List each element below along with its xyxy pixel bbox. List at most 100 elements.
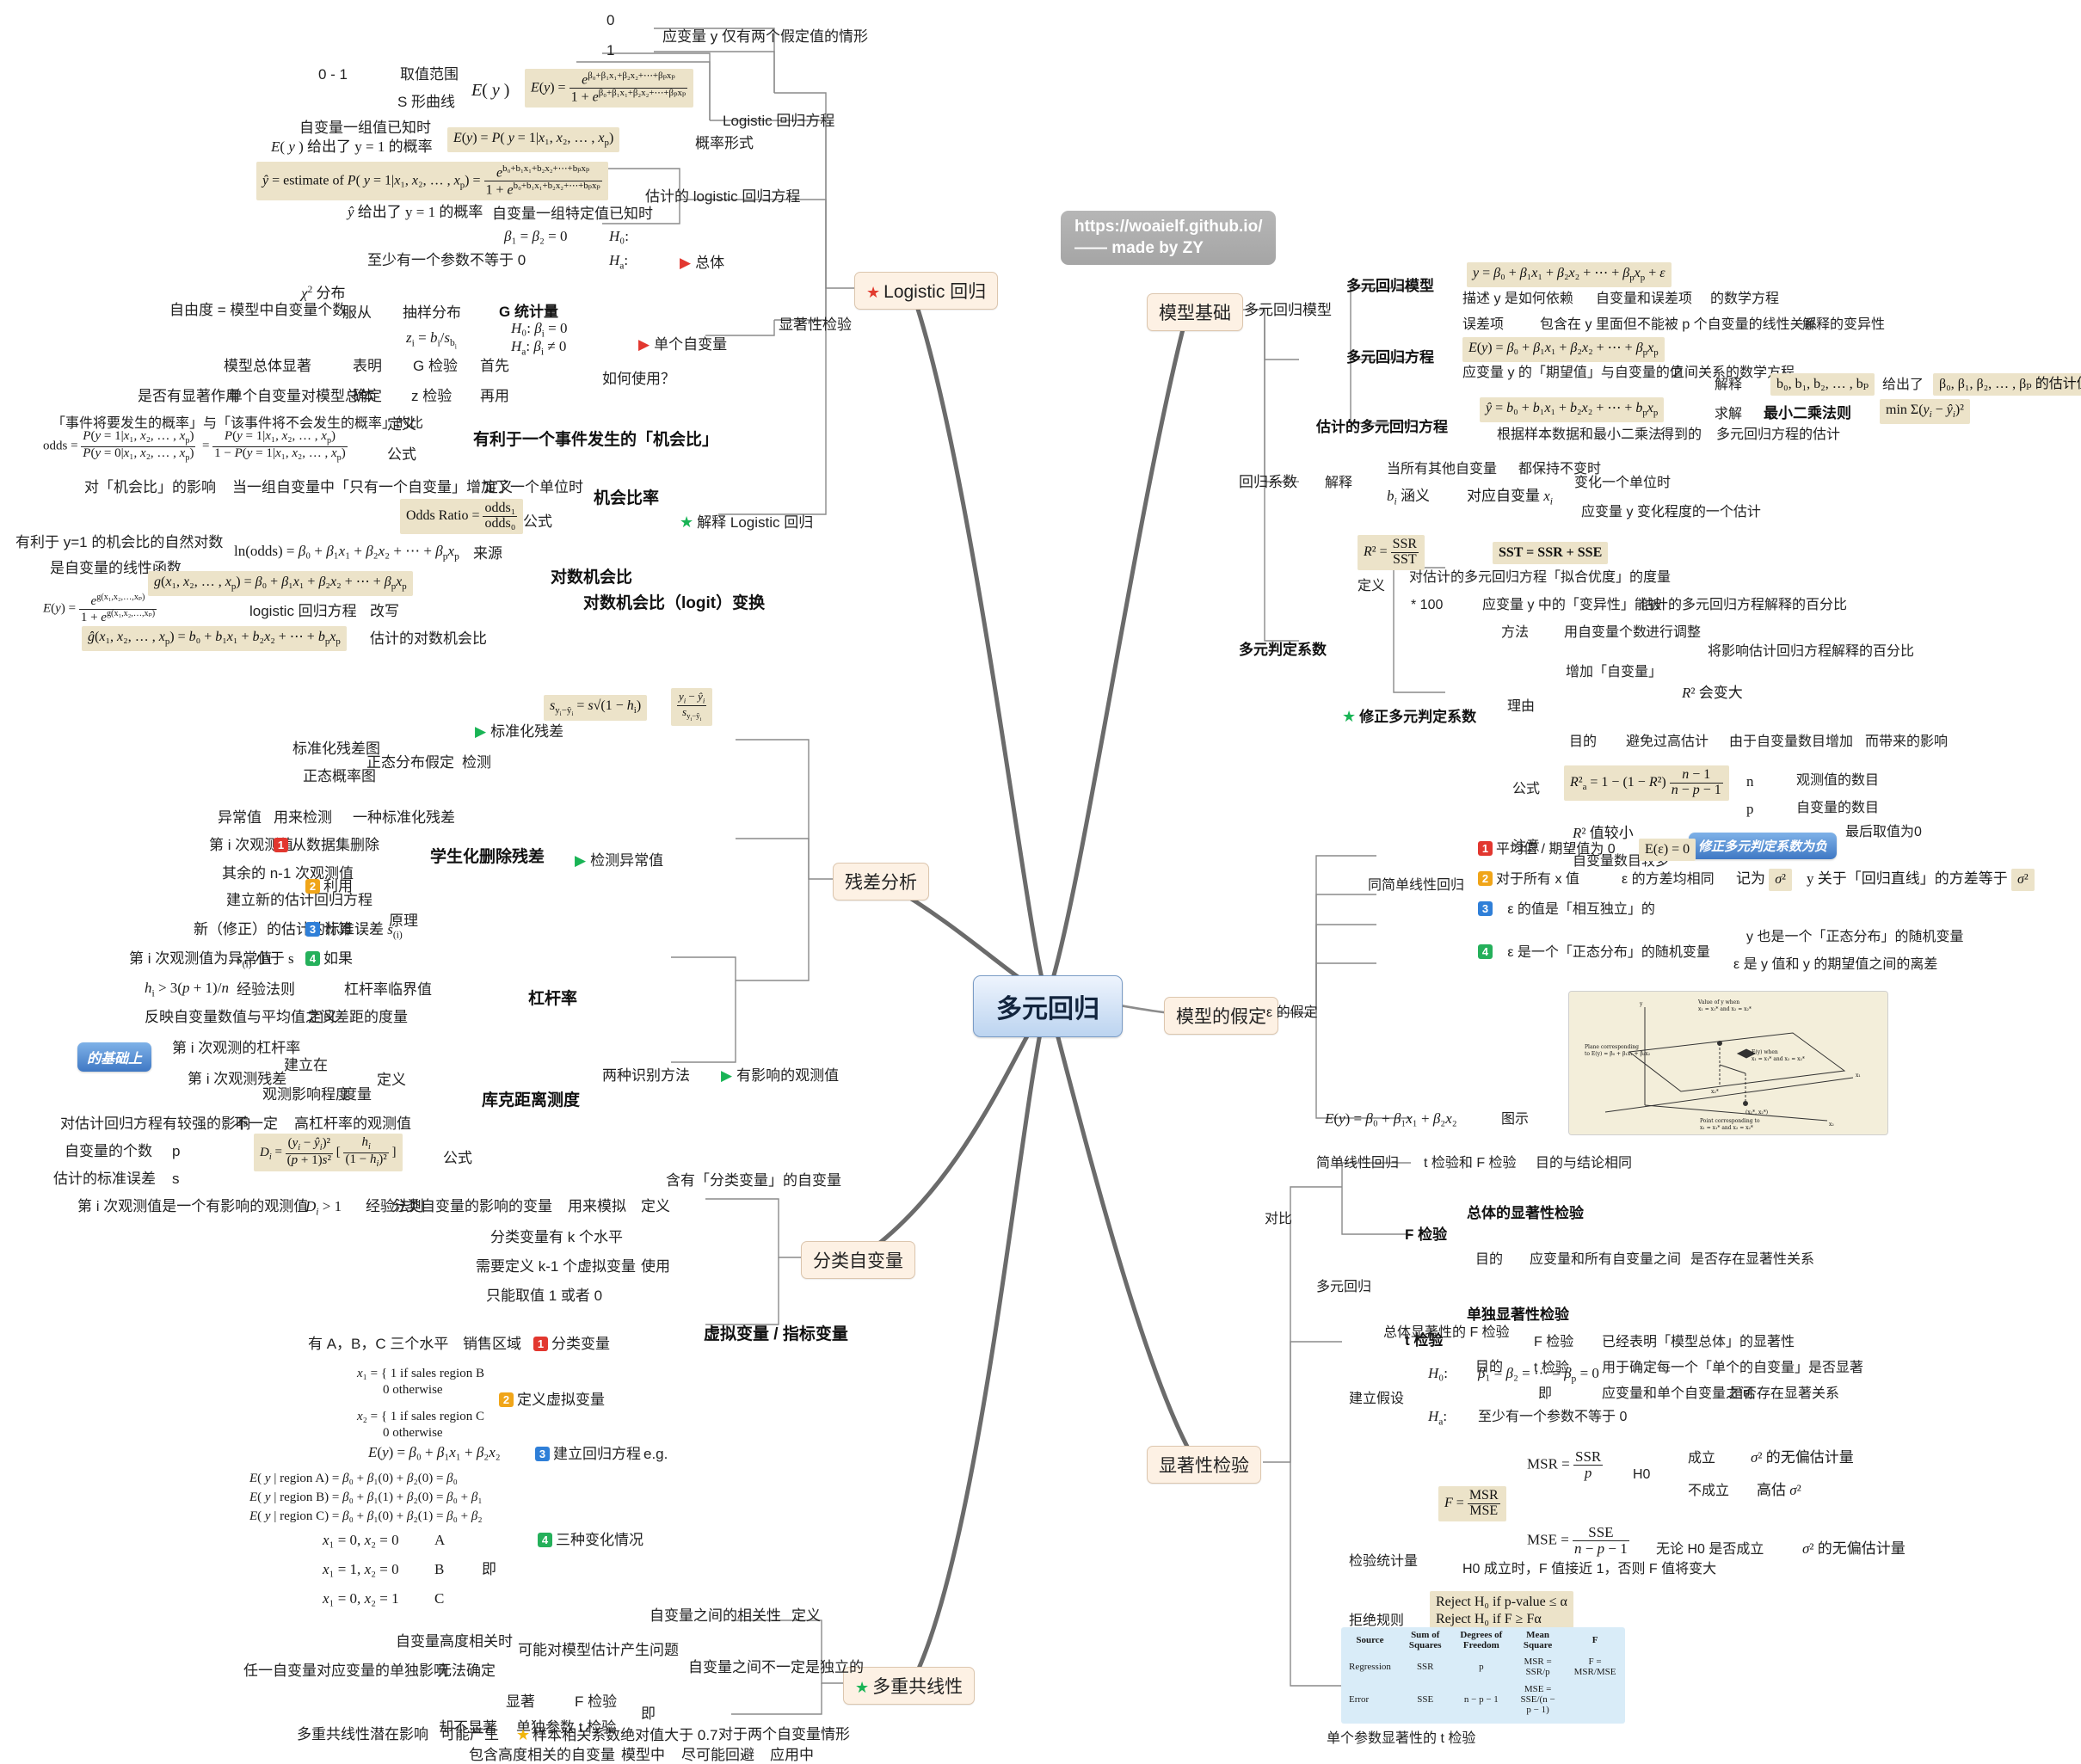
mb-explain: 解释	[1715, 378, 1743, 392]
mb-b-list: b₀, b₁, b₂, … , bₚ	[1770, 373, 1875, 396]
anova-header-1: Sum of Squares	[1408, 1630, 1442, 1650]
mb-y-change: 应变量 y 变化程度的一个估计	[1581, 505, 1761, 519]
logistic-est-eq-label: 估计的 logistic 回归方程	[645, 188, 801, 205]
normal-assumption: 正态分布假定	[366, 754, 454, 771]
logistic-z-ha: Ha: βi ≠ 0	[511, 338, 567, 358]
sig-compare: 对比	[1265, 1212, 1293, 1226]
logistic-prob-formula: E(y) = P( y = 1|x₁, x₂, … , xp)	[447, 127, 620, 152]
studentized-residual: 学生化删除残差	[430, 848, 545, 866]
strong-effect: 对估计回归方程有较强的影响	[60, 1116, 250, 1132]
cat-contains: 含有「分类变量」的自变量	[666, 1172, 841, 1189]
mb-times100: * 100	[1411, 598, 1444, 612]
mc-in-app: 应用中	[770, 1747, 814, 1763]
odds-one-unit: 当一组自变量中「只有一个自变量」增加了一个单位时	[232, 479, 583, 495]
anova-cell	[1511, 1718, 1565, 1724]
sig-f-h0-formula: β₁ = β₂ = ⋯ = βp = 0	[1478, 1365, 1599, 1385]
cat-step-3: 3 建立回归方程	[535, 1445, 641, 1463]
sig-t-and-f: t 检验和 F 检验	[1424, 1156, 1517, 1171]
sig-msr-formula: MSR = SSR p	[1527, 1448, 1604, 1481]
asm-1-formula: E(ε) = 0	[1639, 839, 1696, 861]
new-std-error: 新（修正）的估计的标准误差 s(i)	[194, 921, 403, 941]
sig-h0-not-holds: 不成立	[1688, 1484, 1730, 1498]
branch-significance[interactable]: 显著性检验	[1147, 1446, 1261, 1484]
mc-may-cause: 可能对模型估计产生问题	[518, 1642, 679, 1658]
logistic-known-set: 自变量一组值已知时	[299, 120, 431, 136]
leverage-label: 杠杆率	[528, 990, 578, 1008]
mb-avoid-over: 避免过高估计	[1626, 734, 1709, 749]
svg-text:x₁ = x₁* and x₂ = x₂*: x₁ = x₁* and x₂ = x₂*	[1752, 1056, 1805, 1062]
cat-namely: 即	[482, 1561, 496, 1577]
logistic-ha-formula: 至少有一个参数不等于 0	[367, 252, 526, 268]
mb-brought: 而带来的影响	[1865, 734, 1949, 749]
branch-multicollinearity-label: 多重共线性	[872, 1677, 964, 1697]
mc-include-corr: 包含高度相关的自变量	[469, 1747, 615, 1763]
branch-categorical[interactable]: 分类自变量	[801, 1241, 915, 1279]
step-1: 1 从数据集删除	[274, 836, 379, 854]
sig-mse-formula: MSE = SSE n − p − 1	[1527, 1524, 1629, 1557]
cat-step-4: 4 三种变化情况	[538, 1531, 643, 1549]
cat-only-01: 只能取值 1 或者 0	[486, 1288, 603, 1304]
anova-cell: n − 1	[1452, 1718, 1511, 1724]
asm-2d: y 关于「回归直线」的方差等于 σ²	[1807, 869, 2035, 891]
cat-region-b: E( y | region B) = β₀ + β₁(1) + β₂(0) = …	[249, 1490, 483, 1504]
svg-text:Plane corresponding: Plane corresponding	[1585, 1044, 1639, 1050]
asm-3: 3 ε 的值是「相互独立」的	[1478, 901, 1655, 919]
mc-any-single: 任一自变量对应变量的单独影响	[243, 1663, 448, 1679]
odds-favor: 有利于一个事件发生的「机会比」	[473, 431, 719, 449]
mc-in-model: 模型中	[621, 1747, 665, 1763]
cat-step-1: 1 分类变量	[533, 1335, 610, 1353]
anova-cell: MSR = SSR/p	[1524, 1656, 1552, 1677]
sig-h0-label: H0	[1633, 1467, 1651, 1482]
sig-reject-lines: Reject H₀ if p-value ≤ α Reject H₀ if F …	[1430, 1591, 1573, 1631]
logistic-ha-label: Ha:	[609, 252, 629, 272]
odds-formula: odds = P(y = 1|x₁, x₂, … , xp) P(y = 0|x₁…	[43, 429, 348, 463]
logistic-then: 再用	[480, 388, 509, 404]
star-icon: ★	[866, 284, 881, 301]
anova-header-2: Degrees of Freedom	[1460, 1630, 1503, 1650]
sig-f-overall: 总体显著性的 F 检验	[1383, 1325, 1510, 1340]
svg-text:(x₁*, x₂*): (x₁*, x₂*)	[1745, 1109, 1768, 1116]
logistic-known-specific: 自变量一组特定值已知时	[492, 206, 653, 222]
mb-due-to: 由于自变量数目增加	[1729, 734, 1854, 749]
badge-2-icon: 2	[499, 1392, 514, 1407]
mb-mr-model: 多元回归模型	[1346, 278, 1434, 294]
mb-formula-label: 公式	[1512, 782, 1541, 796]
mb-coef: 回归系数	[1239, 474, 1297, 490]
anova-cell: p	[1479, 1662, 1484, 1672]
logistic-equation-label: Logistic 回归方程	[723, 113, 835, 129]
badge-3-icon: 3	[1478, 901, 1493, 916]
ghat-formula: ĝ(x₁, x₂, … , xp) = b₀ + b₁x₁ + b₂x₂ + ⋯…	[82, 626, 347, 651]
logistic-has-effect: 是否有显著作用	[138, 388, 240, 404]
mc-not-indep: 自变量之间不一定是独立的	[688, 1659, 864, 1675]
branch-assumptions[interactable]: 模型的假定	[1164, 997, 1278, 1035]
sig-f-purpose2: 是否存在显著性关系	[1690, 1252, 1815, 1267]
cook-def-label: 定义	[377, 1072, 406, 1088]
branch-logistic[interactable]: ★ Logistic 回归	[854, 272, 999, 310]
di-gt-1: Di > 1	[305, 1198, 342, 1218]
branch-model-basis[interactable]: 模型基础	[1147, 293, 1243, 331]
regression-plane-svg: y Value of y when x₁ = x₁* and x₂ = x₂* …	[1569, 992, 1887, 1134]
cat-case-b: x₁ = 1, x₂ = 0	[323, 1561, 399, 1577]
hi-rule: hi > 3(p + 1)/n	[145, 980, 229, 999]
badge-2-icon: 2	[1478, 871, 1493, 886]
anova-cell: n − p − 1	[1463, 1694, 1499, 1705]
mb-solve: 求解	[1715, 407, 1743, 421]
logistic-sampling-dist: 抽样分布	[403, 304, 461, 321]
svg-text:to E(y) = β₀ + β₁x₁ + β₂x₂: to E(y) = β₀ + β₁x₁ + β₂x₂	[1585, 1051, 1651, 1057]
root-node[interactable]: 多元回归	[973, 975, 1123, 1037]
s-symbol: s	[172, 1171, 180, 1187]
explain-logistic: ★ 解释 Logistic 回归	[680, 513, 814, 531]
logistic-ey-formula: E(y) = eβ₀+β₁x₁+β₂x₂+⋯+βₚxₚ 1 + eβ₀+β₁x₁+…	[525, 69, 694, 108]
branch-residual[interactable]: 残差分析	[833, 863, 929, 900]
logistic-zero: 0	[606, 12, 615, 28]
residual-s-formula: syi−ŷi = s√(1 − hi)	[544, 695, 648, 721]
mb-math-eq: 的数学方程	[1710, 292, 1780, 306]
mb-r2: 多元判定系数	[1239, 642, 1327, 658]
residual-detect: 检测	[462, 754, 491, 771]
ln-odds-desc: 有利于 y=1 的机会比的自然对数	[15, 534, 224, 550]
cat-region-a: E( y | region A) = β₀ + β₁(0) + β₂(0) = …	[249, 1472, 458, 1485]
anova-cell: MSE = SSE/(n − p − 1)	[1520, 1684, 1555, 1715]
mb-variability: 应变量 y 中的「变异性」能被	[1482, 598, 1662, 612]
ln-odds-source: 来源	[473, 545, 502, 562]
star-icon: ★	[855, 1679, 870, 1696]
